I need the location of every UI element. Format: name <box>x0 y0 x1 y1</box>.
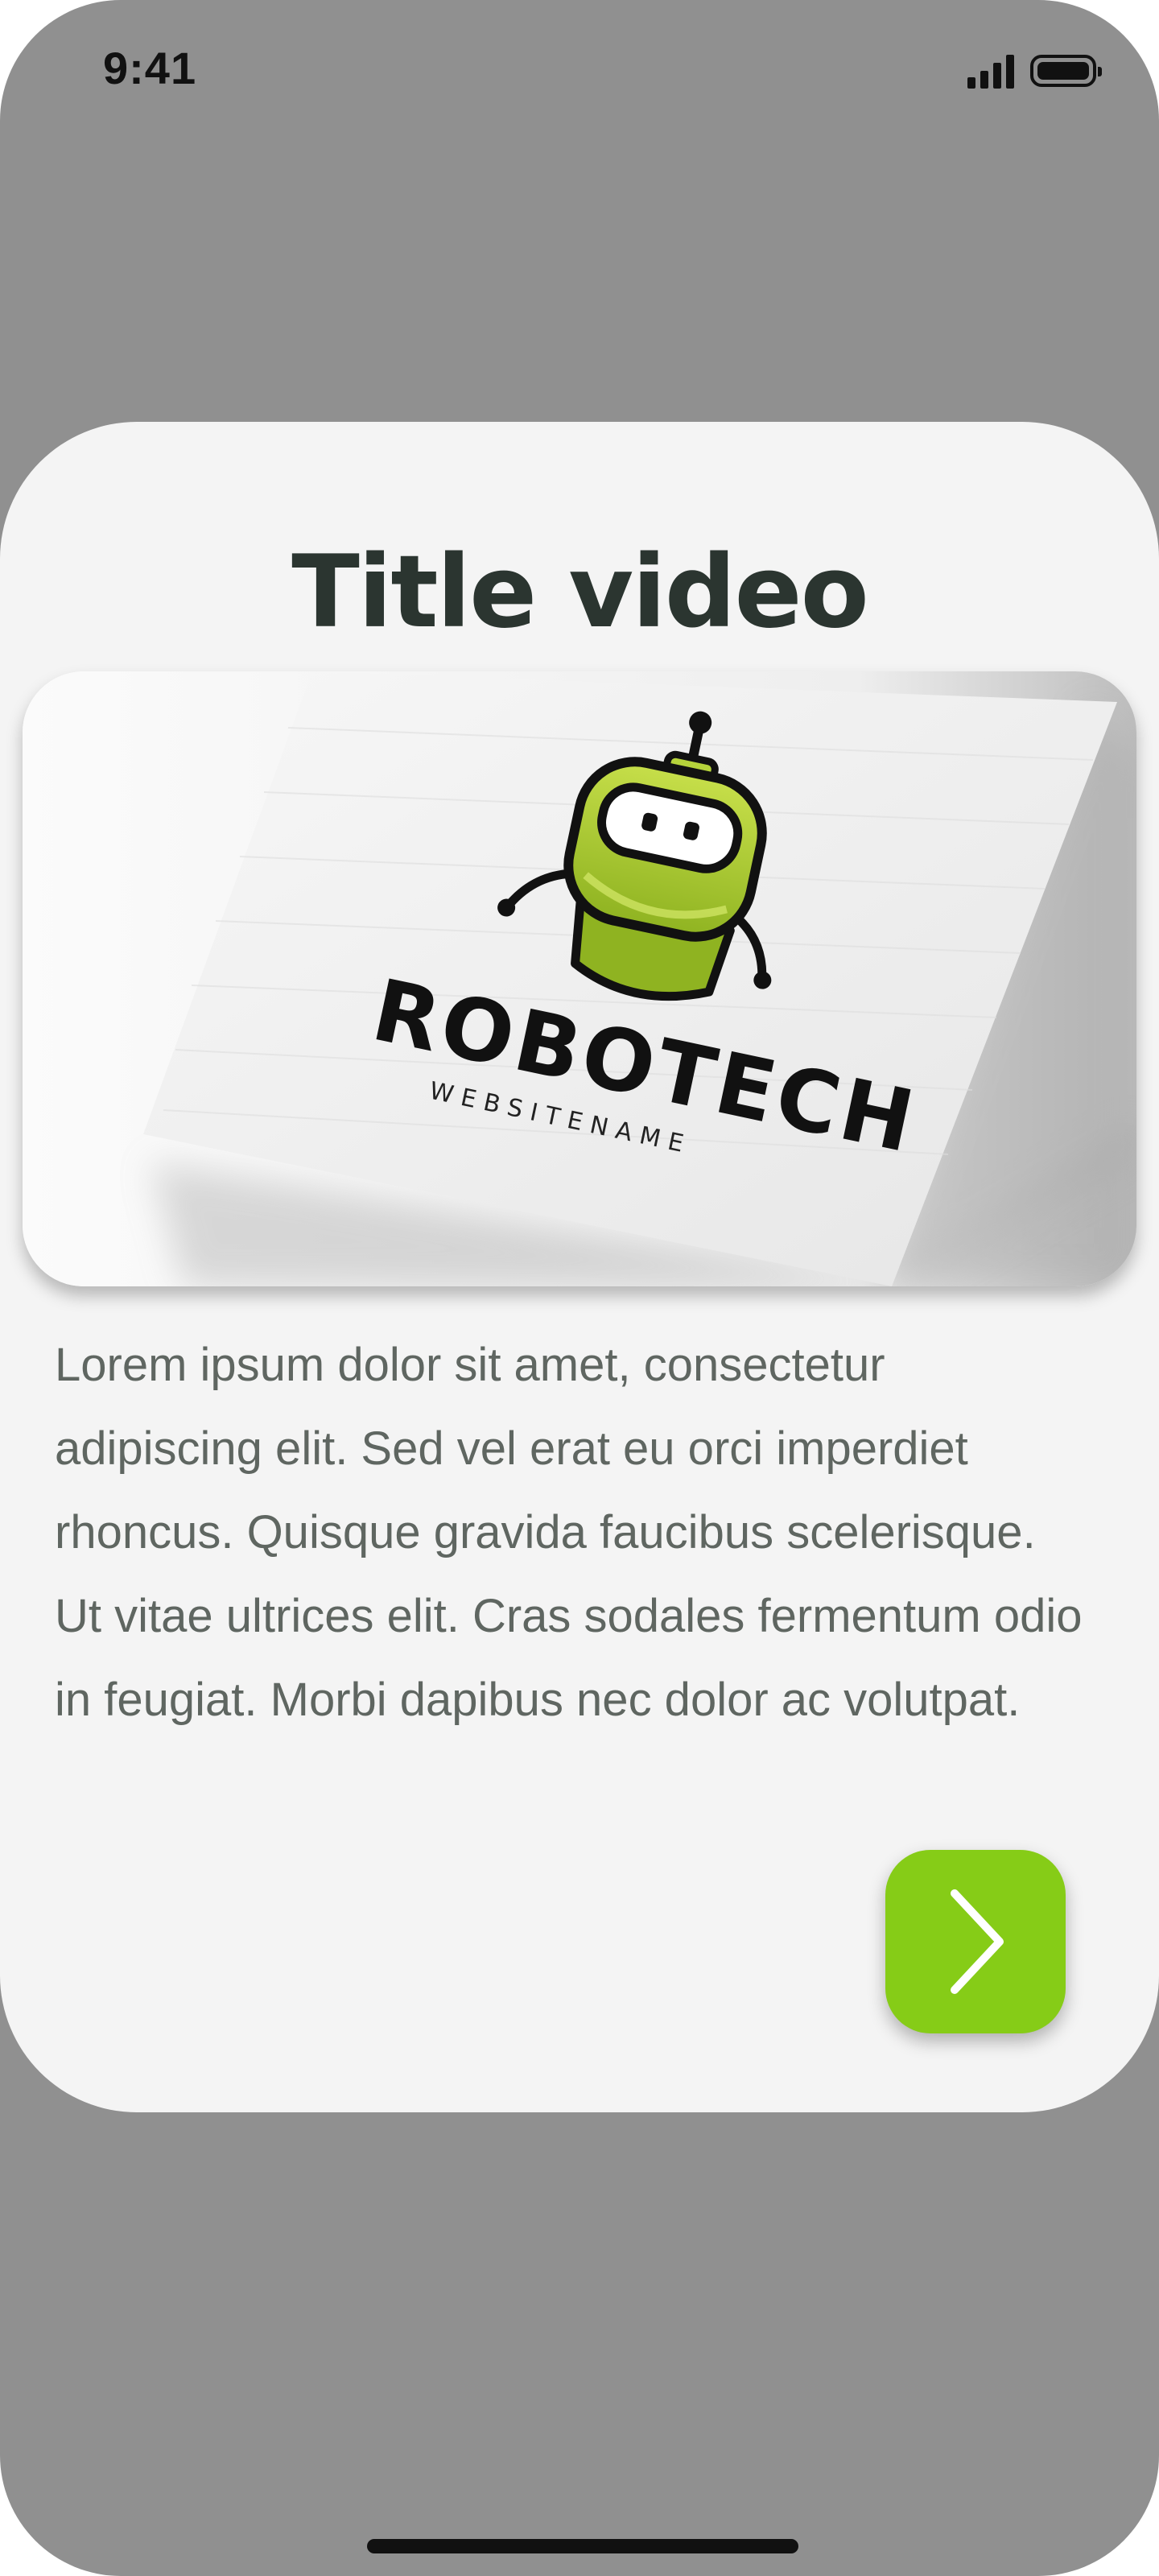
video-thumbnail[interactable]: ROBOTECH WEBSITENAME <box>23 671 1136 1286</box>
chevron-right-icon <box>951 1889 1004 1994</box>
phone-screen: 9:41 Title video ROBOTECH WEBSITENAME Lo… <box>0 0 1159 2576</box>
status-time: 9:41 <box>103 43 197 93</box>
battery-full-icon <box>1030 55 1102 87</box>
status-icons <box>967 53 1102 89</box>
status-bar: 9:41 <box>0 0 1159 145</box>
video-title: Title video <box>291 535 869 650</box>
video-card: Title video ROBOTECH WEBSITENAME Lorem i… <box>0 422 1159 2112</box>
video-description: Lorem ipsum dolor sit amet, consectetur … <box>55 1339 1083 1726</box>
next-button[interactable] <box>885 1850 1066 2033</box>
cellular-signal-icon <box>967 53 1014 89</box>
home-indicator[interactable] <box>367 2539 798 2553</box>
